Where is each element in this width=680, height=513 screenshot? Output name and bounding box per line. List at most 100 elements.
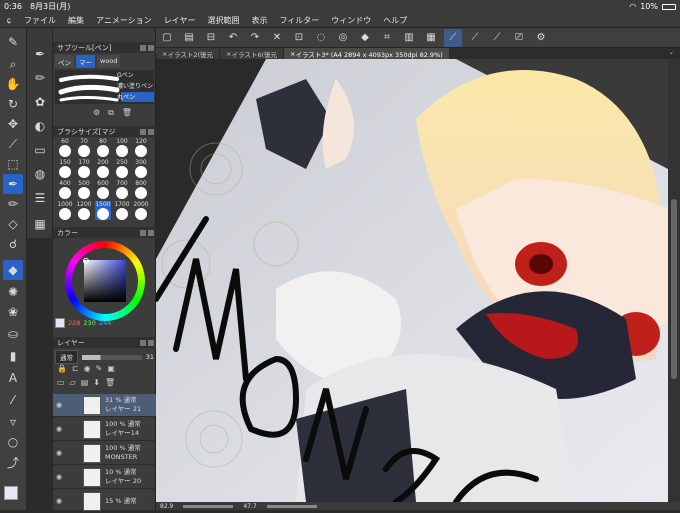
tabs-dropdown-icon[interactable]: ⌄ (663, 48, 680, 59)
current-color-swatch[interactable] (55, 318, 65, 328)
subtool-item-thick[interactable]: 濃い塗りペン (117, 81, 157, 92)
open-file-icon[interactable]: ▤ (180, 29, 198, 47)
pencil-group-icon[interactable]: ✏ (30, 68, 50, 88)
canvas-vertical-scrollbar[interactable] (668, 59, 680, 502)
bucket-tool-icon[interactable]: ⛀ (3, 324, 23, 344)
canvas-area[interactable] (156, 59, 668, 502)
zoom-tool-icon[interactable]: ⌕ (3, 54, 23, 74)
merge-down-icon[interactable]: ⬇ (93, 378, 100, 387)
color-sv-square[interactable] (84, 260, 126, 302)
deselect-icon[interactable]: ◌ (312, 29, 330, 47)
undo-icon[interactable]: ↶ (224, 29, 242, 47)
brushsize-cell[interactable]: 120 (133, 138, 149, 157)
smart-device-icon[interactable]: ⎚ (510, 29, 528, 47)
balloon-tool-icon[interactable]: ○ (3, 432, 23, 452)
eye-icon[interactable]: ◉ (53, 473, 65, 481)
new-file-icon[interactable]: ▢ (158, 29, 176, 47)
hand-tool-icon[interactable]: ✋ (3, 74, 23, 94)
zoom-value[interactable]: 82.9 (160, 503, 173, 510)
rotation-value[interactable]: 47.7 (243, 503, 256, 510)
subtool-item-gpen[interactable]: Gペン (117, 70, 157, 81)
mask-icon[interactable]: ▣ (107, 364, 115, 373)
airbrush-tool-icon[interactable]: ✺ (3, 282, 23, 302)
brushsize-cell[interactable]: 800 (133, 180, 149, 199)
reference-icon[interactable]: ◉ (84, 364, 91, 373)
snap-grid-icon[interactable]: ⟋ (488, 29, 506, 47)
menu-selection[interactable]: 選択範囲 (201, 15, 245, 26)
snap-special-icon[interactable]: ⟋ (466, 29, 484, 47)
scrollbar-thumb[interactable] (671, 199, 677, 379)
subtool-item-round[interactable]: 丸ペン (117, 92, 157, 103)
rotation-slider[interactable] (266, 504, 317, 508)
redo-icon[interactable]: ↷ (246, 29, 264, 47)
menu-filter[interactable]: フィルター (273, 15, 325, 26)
pen-group-icon[interactable]: ✒ (30, 44, 50, 64)
subtool-delete-icon[interactable]: 🗑 (122, 108, 132, 118)
settings-icon[interactable]: ⚙ (532, 29, 550, 47)
line-tool-icon[interactable]: ⁄ (3, 390, 23, 410)
brushsize-cell[interactable]: 200 (95, 159, 111, 178)
correction-tool-icon[interactable]: ⤴ (3, 452, 23, 472)
brushsize-cell[interactable]: 100 (114, 138, 130, 157)
draft-icon[interactable]: ✎ (96, 364, 103, 373)
pen-draw-tool-icon[interactable]: ✒ (3, 174, 23, 194)
tab-illust6[interactable]: × イラスト6(復元 (220, 48, 283, 59)
menu-view[interactable]: 表示 (245, 15, 273, 26)
brushsize-cell[interactable]: 500 (76, 180, 92, 199)
layer-row[interactable]: ◉ 100 % 通常 MONSTER (53, 442, 156, 465)
subtool-tab-marker[interactable]: マー (76, 55, 95, 68)
brushsize-cell[interactable]: 60 (57, 138, 73, 157)
zoom-slider[interactable] (183, 504, 234, 508)
watercolor-group-icon[interactable]: ◍ (30, 164, 50, 184)
frame-tool-icon[interactable]: ▿ (3, 412, 23, 432)
fill-tool-icon[interactable]: ◆ (3, 260, 23, 280)
clip-icon[interactable]: ⊏ (72, 364, 79, 373)
new-folder-icon[interactable]: ▤ (81, 378, 89, 387)
gradient-tool-icon[interactable]: ▮ (3, 346, 23, 366)
invert-selection-icon[interactable]: ◎ (334, 29, 352, 47)
eye-icon[interactable]: ◉ (53, 425, 65, 433)
layer-opacity-slider[interactable] (82, 354, 142, 360)
save-icon[interactable]: ⊟ (202, 29, 220, 47)
decoration-tool-icon[interactable]: ❀ (3, 302, 23, 322)
color-wheel[interactable] (65, 241, 145, 321)
eye-icon[interactable]: ◉ (53, 497, 65, 505)
eye-icon[interactable]: ◉ (53, 401, 65, 409)
pencil-tool-icon[interactable]: ✏ (3, 194, 23, 214)
layer-blend-mode-select[interactable]: 通常 (55, 350, 78, 364)
brushsize-cell[interactable]: 1700 (114, 201, 130, 220)
menu-animation[interactable]: アニメーション (90, 15, 158, 26)
subtool-tab-pen[interactable]: ペン (55, 55, 74, 68)
snap-ruler-icon[interactable]: ⟋ (444, 28, 462, 47)
brush-group-icon[interactable]: ✿ (30, 92, 50, 112)
menu-layer[interactable]: レイヤー (158, 15, 202, 26)
new-vector-icon[interactable]: ▱ (70, 378, 76, 387)
eraser-tool-icon[interactable]: ◇ (3, 214, 23, 234)
fill-selection-icon[interactable]: ◆ (356, 29, 374, 47)
brushsize-cell[interactable]: 170 (76, 159, 92, 178)
grid-icon[interactable]: ▦ (422, 29, 440, 47)
subtool-settings-icon[interactable]: ⚙ (93, 108, 100, 118)
erase-icon[interactable]: ✕ (268, 29, 286, 47)
transform-icon[interactable]: ⊡ (290, 29, 308, 47)
subtool-copy-icon[interactable]: ⧉ (108, 108, 114, 118)
menu-edit[interactable]: 編集 (62, 15, 90, 26)
brushsize-cell[interactable]: 150 (57, 159, 73, 178)
layer-stack-icon[interactable]: ☰ (30, 188, 50, 208)
brushsize-cell[interactable]: 2000 (133, 201, 149, 220)
brushsize-cell[interactable]: 600 (95, 180, 111, 199)
main-color-swatch[interactable] (4, 486, 18, 500)
ink-group-icon[interactable]: ◐ (30, 116, 50, 136)
menu-window[interactable]: ウィンドウ (325, 15, 377, 26)
brushsize-cell[interactable]: 80 (95, 138, 111, 157)
tab-illust3[interactable]: × イラスト3* (A4 2894 x 4093px 350dpi 82.9%) (284, 48, 449, 59)
blend-tool-icon[interactable]: ☌ (3, 234, 23, 254)
brushsize-cell[interactable]: 250 (114, 159, 130, 178)
layer-row[interactable]: ◉ 31 % 通常 レイヤー 21 (53, 394, 156, 417)
menu-file[interactable]: ファイル (18, 15, 62, 26)
markers-group-icon[interactable]: ▭ (30, 140, 50, 160)
brushsize-cell[interactable]: 1500 (95, 201, 111, 220)
layer-row[interactable]: ◉ 100 % 通常 レイヤー14 (53, 418, 156, 441)
lock-icon[interactable]: 🔒 (57, 364, 67, 373)
subtool-tab-wood[interactable]: wood (97, 55, 121, 68)
